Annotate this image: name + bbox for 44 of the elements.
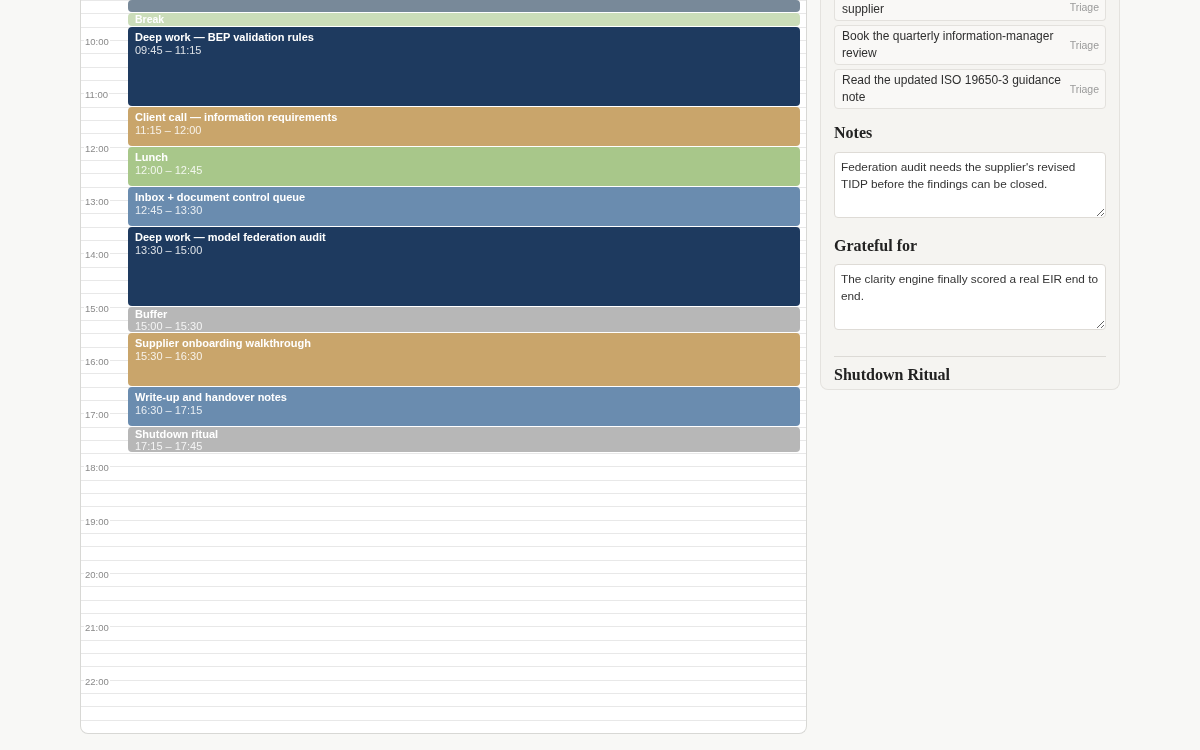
calendar-event[interactable] [128, 0, 800, 13]
event-time: 15:00 – 15:30 [135, 319, 204, 332]
event-time: 12:00 – 12:45 [135, 163, 204, 177]
event-title: Client call — information requirements [135, 110, 339, 124]
task-text: Book the quarterly information-manager review [842, 28, 1055, 62]
calendar-event[interactable]: Buffer 15:00 – 15:30 [128, 306, 800, 333]
event-title: Shutdown ritual [135, 427, 220, 440]
triage-label: Triage [1069, 39, 1099, 51]
calendar-event[interactable]: Client call — information requirements 11:15 – 12:00 [128, 106, 800, 146]
event-time: 15:30 – 16:30 [135, 350, 204, 364]
event-title: Lunch [135, 150, 169, 164]
section-heading: Grateful for [834, 236, 919, 256]
triage-label: Triage [1069, 83, 1099, 95]
event-time: 16:30 – 17:15 [135, 403, 204, 417]
notes-field[interactable]: Federation audit needs the supplier's revised TIDP before the findings can be closed. [834, 152, 1106, 218]
calendar-event[interactable]: Lunch 12:00 – 12:45 [128, 146, 800, 186]
calendar-event[interactable]: Deep work — BEP validation rules 09:45 – 11:15 [128, 26, 800, 106]
section-heading: Notes [834, 123, 874, 143]
event-time: 17:15 – 17:45 [135, 439, 204, 452]
event-time: 12:45 – 13:30 [135, 203, 204, 217]
event-title: Write-up and handover notes [135, 390, 288, 404]
calendar-event[interactable]: Inbox + document control queue 12:45 – 13:30 [128, 186, 800, 226]
task-card[interactable]: Read the updated ISO 19650-3 guidance note Triage [834, 69, 1106, 109]
task-card[interactable]: Book the quarterly information-manager review Triage [834, 25, 1106, 65]
event-title: Supplier onboarding walkthrough [135, 337, 312, 351]
calendar-event[interactable]: Shutdown ritual 17:15 – 17:45 [128, 426, 800, 453]
event-time: 09:45 – 11:15 [135, 43, 203, 57]
task-text: Read the updated ISO 19650-3 guidance note [842, 72, 1062, 106]
task-card[interactable]: supplier Triage [834, 0, 1106, 21]
hour-label: 18:00 [84, 462, 110, 473]
event-time: 11:15 – 12:00 [135, 123, 203, 137]
event-title: Break [135, 13, 166, 26]
event-title: Deep work — model federation audit [135, 230, 327, 244]
calendar-event[interactable]: Supplier onboarding walkthrough 15:30 – 16:30 [128, 333, 800, 386]
grateful-field[interactable]: The clarity engine finally scored a real EIR end to end. [834, 264, 1106, 330]
section-heading: Shutdown Ritual [834, 365, 952, 385]
event-title: Deep work — BEP validation rules [135, 30, 315, 44]
calendar-event[interactable]: Write-up and handover notes 16:30 – 17:15 [128, 386, 800, 426]
event-title: Inbox + document control queue [135, 190, 307, 204]
triage-label: Triage [1069, 1, 1099, 13]
calendar-event[interactable]: Deep work — model federation audit 13:30 – 15:00 [128, 226, 800, 306]
event-title: Buffer [135, 307, 169, 320]
task-text: supplier [842, 1, 886, 18]
event-time: 13:30 – 15:00 [135, 243, 204, 257]
